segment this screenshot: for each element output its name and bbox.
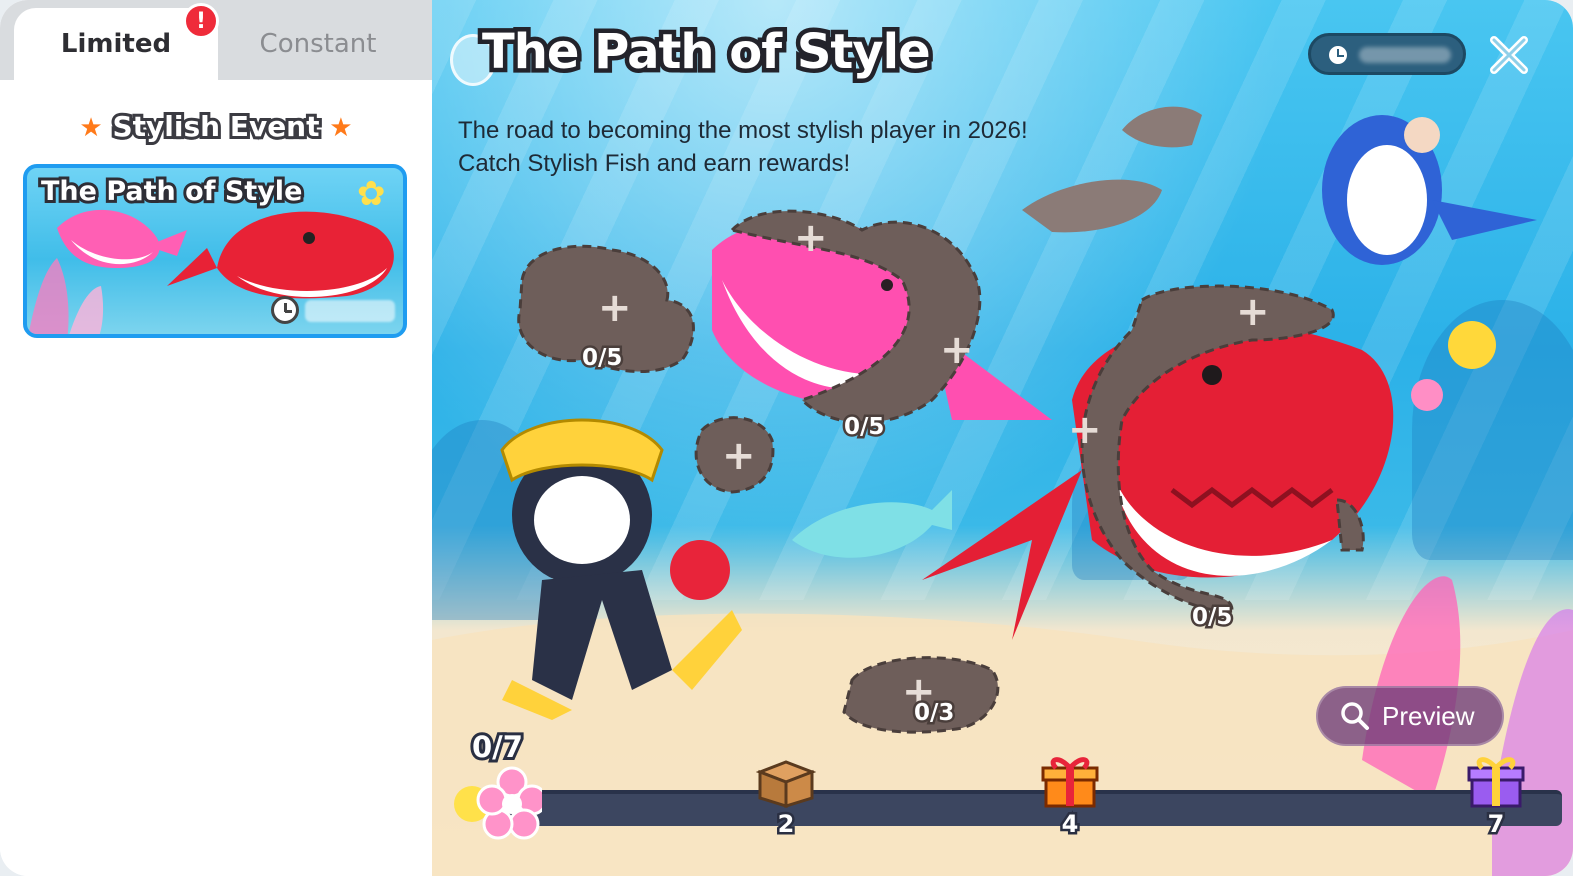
silhouette-3-tail bbox=[1335, 498, 1365, 552]
flower-icon bbox=[454, 766, 542, 840]
box-icon[interactable] bbox=[756, 758, 816, 808]
event-window: Limited Constant ! ★ Stylish Event ★ The… bbox=[0, 0, 1573, 876]
plus-icon[interactable]: + bbox=[794, 218, 828, 258]
silhouette-5-progress: 0/3 bbox=[911, 698, 956, 729]
close-icon[interactable] bbox=[1484, 30, 1534, 80]
event-description: The road to becoming the most stylish pl… bbox=[458, 114, 1028, 180]
event-card-path-of-style[interactable]: The Path of Style ✿ bbox=[23, 164, 407, 338]
plus-icon[interactable]: + bbox=[1068, 410, 1102, 450]
description-line-1: The road to becoming the most stylish pl… bbox=[458, 117, 1028, 144]
silhouette-3 bbox=[1080, 284, 1335, 613]
plus-icon[interactable]: + bbox=[722, 436, 756, 476]
page-title: The Path of Style bbox=[478, 20, 936, 85]
search-icon bbox=[1341, 702, 1369, 730]
silhouette-2 bbox=[729, 209, 982, 424]
milestone-value: 2 bbox=[775, 808, 797, 841]
plus-icon[interactable]: + bbox=[1236, 292, 1270, 332]
flower-icon: ✿ bbox=[357, 174, 386, 214]
section-title: ★ Stylish Event ★ bbox=[0, 107, 432, 146]
preview-button-label: Preview bbox=[1382, 700, 1475, 731]
tab-constant-label: Constant bbox=[259, 29, 377, 59]
event-card-timer bbox=[305, 300, 395, 322]
star-icon: ★ bbox=[79, 113, 103, 143]
description-line-2: Catch Stylish Fish and earn rewards! bbox=[458, 150, 851, 177]
sidebar: Limited Constant ! ★ Stylish Event ★ The… bbox=[0, 0, 432, 876]
plus-icon[interactable]: + bbox=[598, 288, 632, 328]
alert-badge-icon: ! bbox=[183, 3, 219, 39]
silhouette-3-progress: 0/5 bbox=[1189, 602, 1234, 633]
gift-icon[interactable] bbox=[1466, 754, 1526, 810]
gift-icon[interactable] bbox=[1040, 754, 1100, 810]
milestone-value: 4 bbox=[1059, 808, 1081, 841]
event-card-title: The Path of Style bbox=[38, 173, 305, 210]
tab-constant[interactable]: Constant bbox=[218, 8, 418, 80]
silhouette-2-progress: 0/5 bbox=[841, 412, 886, 443]
plus-icon[interactable]: + bbox=[940, 330, 974, 370]
clock-icon bbox=[1327, 44, 1349, 66]
tab-limited-label: Limited bbox=[60, 29, 172, 59]
clock-icon bbox=[271, 296, 299, 324]
progress-count: 0/7 bbox=[469, 727, 526, 767]
alert-badge-symbol: ! bbox=[195, 8, 207, 34]
progress-bar bbox=[492, 790, 1562, 826]
milestone-value: 7 bbox=[1485, 808, 1507, 841]
tab-bar: Limited Constant ! bbox=[0, 0, 432, 80]
star-icon: ★ bbox=[329, 113, 353, 143]
section-title-text: Stylish Event bbox=[109, 107, 322, 146]
event-scene: + + + + + + + 0/5 0/5 0/5 0/3 The Path o… bbox=[432, 0, 1573, 876]
timer-value bbox=[1359, 47, 1451, 63]
silhouette-1-progress: 0/5 bbox=[579, 343, 624, 374]
preview-button[interactable]: Preview bbox=[1316, 686, 1504, 746]
event-timer bbox=[1308, 33, 1466, 75]
